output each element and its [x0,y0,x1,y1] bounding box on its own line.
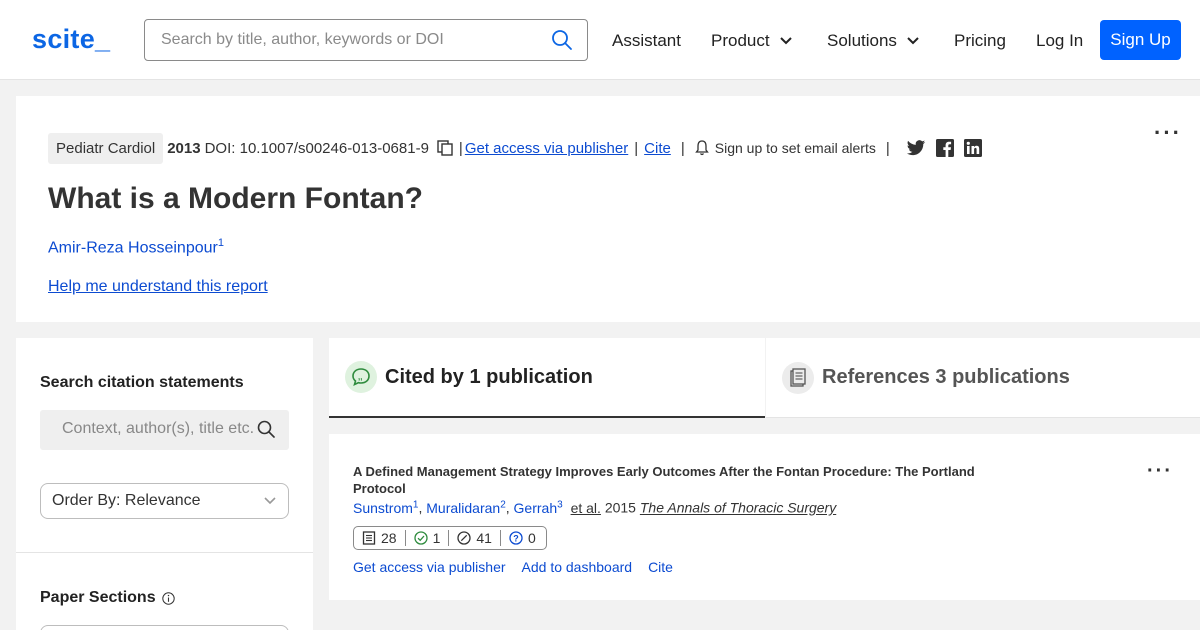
question-circle-icon: ? [509,531,523,545]
order-by-value: Order By: Relevance [52,492,201,509]
search-icon[interactable] [551,29,573,56]
publication-year: 2013 [167,139,201,157]
supporting-count: 1 [413,530,440,546]
publications-count: 28 [362,530,397,546]
get-access-link[interactable]: Get access via publisher [353,559,506,575]
nav-login[interactable]: Log In [1036,31,1083,51]
result-authors: Sunstrom1, Muralidaran2, Gerrah3 et al. … [353,499,837,516]
result-actions: Get access via publisher Add to dashboar… [353,559,689,575]
quote-icon: ,, [345,361,377,393]
global-search-input[interactable] [161,29,541,51]
result-year: 2015 [604,499,636,516]
author-link[interactable]: Muralidaran2 [426,499,506,516]
divider [499,530,501,546]
document-icon [362,531,376,545]
doi-text: DOI: 10.1007/s00246-013-0681-9 [204,139,429,157]
twitter-icon[interactable] [906,139,926,157]
get-access-link[interactable]: Get access via publisher [465,140,628,157]
chevron-down-icon [907,37,919,45]
filter-sidebar: Search citation statements Order By: Rel… [16,338,313,630]
citation-tally[interactable]: 28 1 41 ? 0 [353,526,547,550]
author-link[interactable]: Sunstrom1 [353,499,418,516]
info-icon[interactable] [161,591,175,605]
contrasting-count: ? 0 [509,530,536,546]
top-navbar: scite_ Assistant Product Solutions Prici… [0,0,1200,80]
email-alerts-label: Sign up to set email alerts [714,140,876,156]
author-link[interactable]: Amir-Reza Hosseinpour1 [48,237,224,257]
author-link[interactable]: Gerrah3 [514,499,563,516]
separator: | [458,139,463,157]
more-options-icon[interactable]: ··· [1154,120,1182,146]
scite-logo[interactable]: scite_ [32,24,110,55]
divider [404,530,406,546]
result-journal[interactable]: The Annals of Thoracic Surgery [640,500,836,516]
nav-pricing[interactable]: Pricing [954,31,1006,51]
help-understand-link[interactable]: Help me understand this report [48,278,268,296]
tab-references-label: References 3 publications [822,366,1070,388]
nav-assistant[interactable]: Assistant [612,31,681,51]
separator: | [885,139,890,157]
cite-link[interactable]: Cite [644,140,671,157]
search-icon[interactable] [257,420,275,443]
document-icon [782,361,814,394]
paper-title: What is a Modern Fontan? [48,182,423,215]
paper-sections-select[interactable] [40,625,289,630]
search-statements-heading: Search citation statements [40,374,244,391]
cite-link[interactable]: Cite [648,559,673,575]
slash-circle-icon [457,531,472,545]
add-to-dashboard-link[interactable]: Add to dashboard [522,559,633,575]
linkedin-icon[interactable] [963,139,982,157]
nav-product[interactable]: Product [711,31,792,51]
citation-search-input[interactable] [62,420,258,438]
divider [448,530,450,546]
share-icons [896,139,982,157]
separator: | [680,139,685,157]
email-alerts[interactable]: Sign up to set email alerts [694,140,876,156]
result-title[interactable]: A Defined Management Strategy Improves E… [353,463,1013,497]
separator: | [634,139,639,157]
tab-references[interactable]: References 3 publications [766,338,1200,418]
svg-text:?: ? [513,534,519,544]
check-circle-icon [413,531,428,545]
chevron-down-icon [264,497,276,505]
nav-solutions[interactable]: Solutions [827,31,919,51]
mentioning-count: 41 [457,530,492,546]
tab-cited-label: Cited by 1 publication [385,365,593,388]
more-options-icon[interactable]: ··· [1147,460,1173,483]
bell-icon [694,140,709,156]
citing-publication-card: A Defined Management Strategy Improves E… [329,434,1200,600]
divider [16,552,313,553]
signup-button[interactable]: Sign Up [1100,20,1181,60]
tab-cited-by[interactable]: ,, Cited by 1 publication [329,338,765,418]
et-al-link[interactable]: et al. [571,500,601,516]
journal-badge[interactable]: Pediatr Cardiol [48,132,164,164]
order-by-select[interactable]: Order By: Relevance [40,483,289,519]
global-search[interactable] [144,19,588,61]
facebook-icon[interactable] [935,139,954,157]
copy-icon[interactable] [437,140,453,156]
citation-search[interactable] [40,410,289,450]
chevron-down-icon [779,37,792,45]
paper-meta-row: Pediatr Cardiol 2013 DOI: 10.1007/s00246… [48,132,982,164]
paper-sections-heading: Paper Sections [40,589,175,607]
paper-header-card: Pediatr Cardiol 2013 DOI: 10.1007/s00246… [16,96,1200,322]
svg-text:,,: ,, [358,373,362,382]
